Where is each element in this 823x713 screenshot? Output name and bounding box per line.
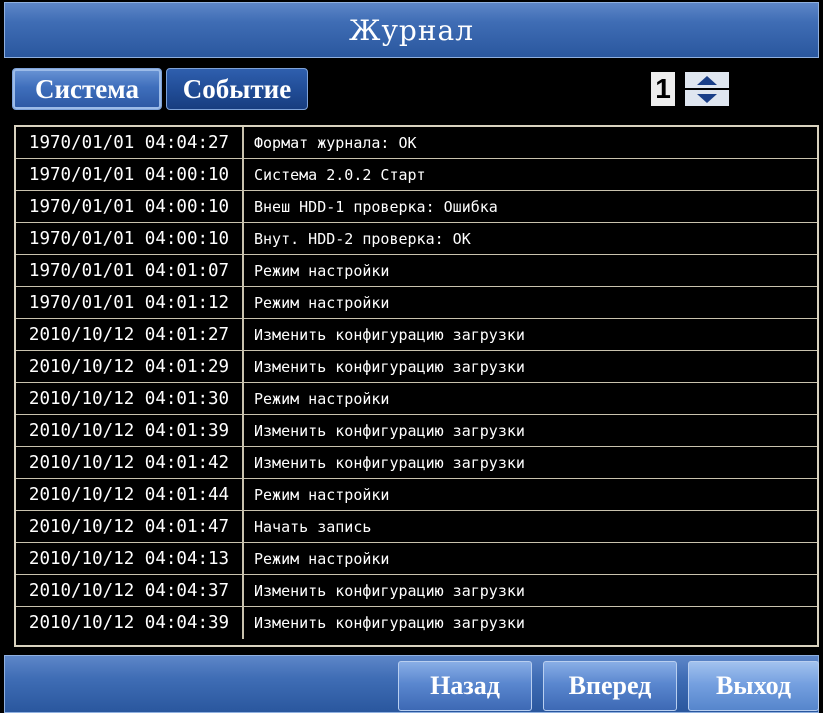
log-time-cell: 2010/10/12 04:01:44 [16, 479, 244, 510]
log-message-cell: Режим настройки [254, 485, 390, 504]
log-time-cell: 2010/10/12 04:01:27 [16, 319, 244, 350]
page-title: Журнал [349, 13, 474, 47]
table-row[interactable]: 1970/01/01 04:00:10 Внеш HDD-1 проверка: … [16, 191, 817, 223]
log-time-cell: 2010/10/12 04:01:30 [16, 383, 244, 414]
log-time-cell: 2010/10/12 04:01:39 [16, 415, 244, 446]
log-message-cell: Изменить конфигурацию загрузки [254, 357, 525, 376]
log-message-cell: Формат журнала: OK [254, 133, 417, 152]
tab-system[interactable]: Система [12, 68, 162, 110]
table-row[interactable]: 2010/10/12 04:01:42 Изменить конфигурацию… [16, 447, 817, 479]
title-bar: Журнал [4, 2, 819, 58]
log-time-cell: 1970/01/01 04:01:07 [16, 255, 244, 286]
table-row[interactable]: 2010/10/12 04:01:27 Изменить конфигурацию… [16, 319, 817, 351]
log-time-cell: 1970/01/01 04:04:27 [16, 127, 244, 158]
table-row[interactable]: 2010/10/12 04:04:39 Изменить конфигурацию… [16, 607, 817, 639]
page-number: 1 [651, 72, 675, 106]
log-time-cell: 2010/10/12 04:01:47 [16, 511, 244, 542]
log-time-cell: 1970/01/01 04:00:10 [16, 159, 244, 190]
log-time-cell: 1970/01/01 04:00:10 [16, 223, 244, 254]
log-screen: Журнал Система Событие 1 1970/01/01 04:0… [0, 0, 823, 713]
log-time-cell: 1970/01/01 04:00:10 [16, 191, 244, 222]
log-message-cell: Изменить конфигурацию загрузки [254, 325, 525, 344]
log-time-cell: 1970/01/01 04:01:12 [16, 287, 244, 318]
log-message-cell: Режим настройки [254, 549, 390, 568]
table-row[interactable]: 2010/10/12 04:01:30 Режим настройки [16, 383, 817, 415]
log-table: 1970/01/01 04:04:27 Формат журнала: OK 197… [14, 125, 819, 647]
log-message-cell: Система 2.0.2 Старт [254, 165, 426, 184]
table-row[interactable]: 2010/10/12 04:01:39 Изменить конфигурацию… [16, 415, 817, 447]
log-message-cell: Изменить конфигурацию загрузки [254, 581, 525, 600]
back-button[interactable]: Назад [398, 661, 532, 711]
log-message-cell: Режим настройки [254, 261, 390, 280]
tab-event[interactable]: Событие [166, 68, 308, 110]
table-row[interactable]: 1970/01/01 04:04:27 Формат журнала: OK [16, 127, 817, 159]
next-button[interactable]: Вперед [543, 661, 677, 711]
table-row[interactable]: 1970/01/01 04:00:10 Внут. HDD-2 проверка:… [16, 223, 817, 255]
log-time-cell: 2010/10/12 04:01:42 [16, 447, 244, 478]
log-message-cell: Внут. HDD-2 проверка: OK [254, 229, 471, 248]
table-row[interactable]: 2010/10/12 04:01:29 Изменить конфигурацию… [16, 351, 817, 383]
table-row[interactable]: 2010/10/12 04:01:44 Режим настройки [16, 479, 817, 511]
log-time-cell: 2010/10/12 04:01:29 [16, 351, 244, 382]
log-time-cell: 2010/10/12 04:04:39 [16, 607, 244, 639]
table-row[interactable]: 2010/10/12 04:04:13 Режим настройки [16, 543, 817, 575]
table-row[interactable]: 1970/01/01 04:01:12 Режим настройки [16, 287, 817, 319]
table-row[interactable]: 1970/01/01 04:00:10 Система 2.0.2 Старт [16, 159, 817, 191]
table-row[interactable]: 2010/10/12 04:04:37 Изменить конфигурацию… [16, 575, 817, 607]
log-time-cell: 2010/10/12 04:04:13 [16, 543, 244, 574]
log-message-cell: Внеш HDD-1 проверка: Ошибка [254, 197, 498, 216]
table-row[interactable]: 1970/01/01 04:01:07 Режим настройки [16, 255, 817, 287]
log-message-cell: Изменить конфигурацию загрузки [254, 453, 525, 472]
log-message-cell: Начать запись [254, 517, 372, 536]
log-message-cell: Режим настройки [254, 293, 390, 312]
log-message-cell: Изменить конфигурацию загрузки [254, 614, 525, 632]
table-row[interactable]: 2010/10/12 04:01:47 Начать запись [16, 511, 817, 543]
exit-button[interactable]: Выход [688, 661, 819, 711]
log-message-cell: Режим настройки [254, 389, 390, 408]
page-spinner[interactable] [685, 72, 729, 106]
log-time-cell: 2010/10/12 04:04:37 [16, 575, 244, 606]
page-stepper: 1 [651, 70, 729, 108]
chevron-up-icon[interactable] [685, 72, 729, 90]
log-message-cell: Изменить конфигурацию загрузки [254, 421, 525, 440]
chevron-down-icon[interactable] [685, 90, 729, 106]
